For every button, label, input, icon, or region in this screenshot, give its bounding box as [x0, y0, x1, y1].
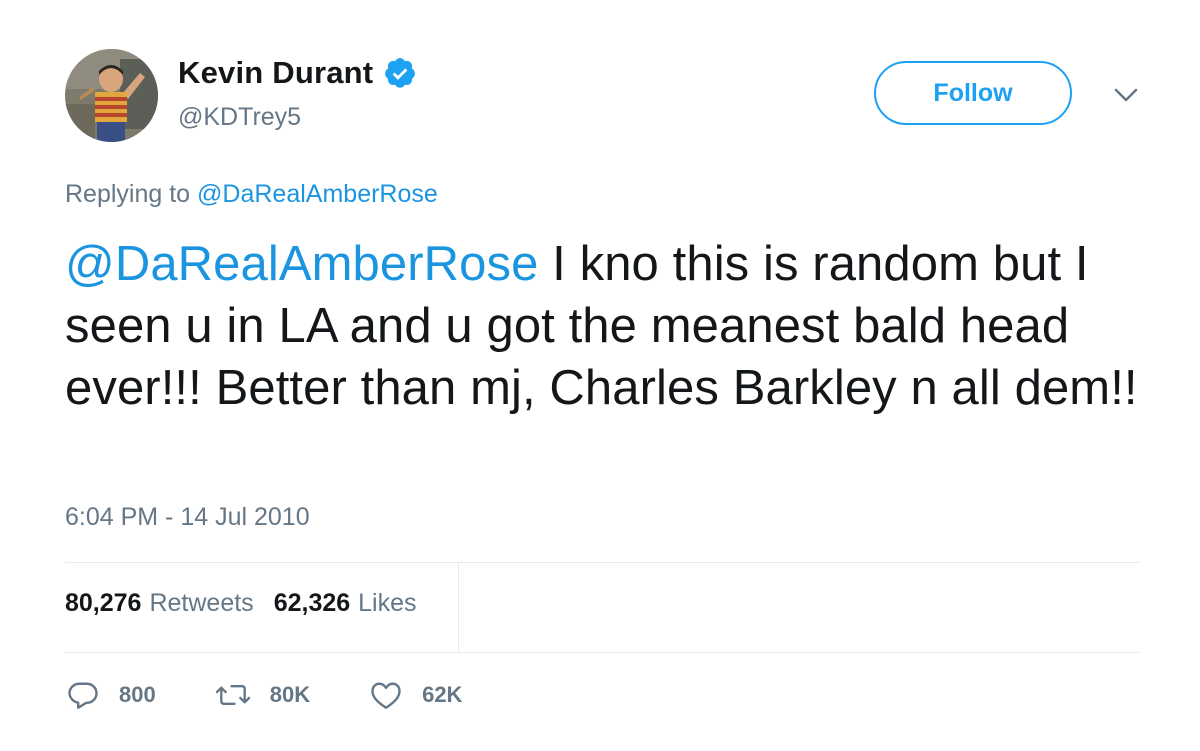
retweets-stat-count: 80,276 [65, 589, 142, 617]
author-name-row[interactable]: Kevin Durant [178, 52, 417, 94]
tweet-text: @DaRealAmberRose I kno this is random bu… [65, 233, 1155, 419]
likes-stat-count: 62,326 [273, 589, 351, 617]
like-count: 62K [422, 682, 463, 707]
likes-stat-label: Likes [358, 589, 417, 617]
reply-context-prefix: Replying to [65, 180, 191, 208]
reply-button[interactable]: 800 [65, 677, 156, 713]
display-name[interactable]: Kevin Durant [178, 55, 373, 91]
heart-icon [368, 677, 404, 713]
tweet-actions: 800 80K 62K [65, 674, 462, 716]
divider [458, 562, 459, 652]
tweet-card: Kevin Durant @KDTrey5 Follow Replying to… [0, 0, 1200, 751]
retweets-stat[interactable]: 80,276 Retweets [65, 589, 254, 618]
verified-badge-icon [383, 56, 417, 90]
reply-context: Replying to @DaRealAmberRose [65, 180, 438, 209]
reply-count: 800 [119, 682, 156, 707]
retweet-button[interactable]: 80K [214, 677, 310, 713]
retweet-icon [214, 677, 252, 713]
avatar-image [65, 49, 158, 142]
tweet-timestamp[interactable]: 6:04 PM - 14 Jul 2010 [65, 503, 310, 532]
tweet-stats: 80,276 Retweets 62,326 Likes [65, 589, 437, 618]
like-button[interactable]: 62K [368, 677, 462, 713]
divider [65, 562, 1140, 563]
retweet-count: 80K [269, 682, 311, 707]
retweets-stat-label: Retweets [149, 589, 254, 617]
tweet-mention-link[interactable]: @DaRealAmberRose [65, 237, 538, 291]
divider [65, 652, 1140, 653]
author-handle[interactable]: @KDTrey5 [178, 103, 301, 132]
chevron-down-icon[interactable] [1112, 84, 1140, 106]
reply-bubble-icon [65, 677, 101, 713]
follow-button[interactable]: Follow [874, 61, 1072, 125]
reply-context-mention-link[interactable]: @DaRealAmberRose [197, 180, 438, 208]
likes-stat[interactable]: 62,326 Likes [274, 589, 417, 618]
avatar[interactable] [65, 49, 158, 142]
